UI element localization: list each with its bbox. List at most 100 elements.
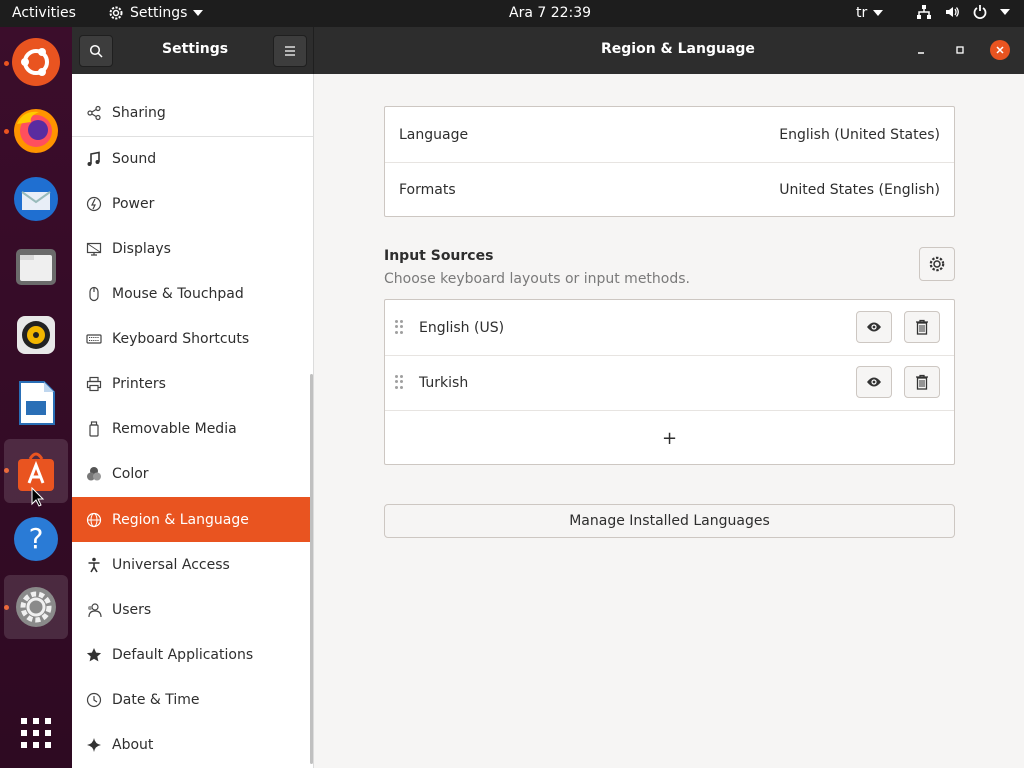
users-icon [72, 602, 112, 618]
sidebar-item-power[interactable]: Power [72, 181, 313, 226]
dock-ubuntu[interactable] [4, 30, 68, 94]
trash-icon [916, 374, 928, 390]
dock-rhythmbox[interactable] [4, 303, 68, 367]
sidebar-item-region-language[interactable]: Region & Language [72, 497, 313, 542]
region-frame: Language English (United States) Formats… [384, 106, 955, 217]
sidebar-item-label: Mouse & Touchpad [112, 285, 244, 302]
power-icon [973, 5, 987, 19]
input-sources-subtitle: Choose keyboard layouts or input methods… [384, 271, 690, 287]
sidebar-item-about[interactable]: About [72, 722, 313, 767]
formats-row[interactable]: Formats United States (English) [385, 163, 954, 217]
show-applications-icon [21, 718, 51, 748]
sidebar-item-users[interactable]: Users [72, 587, 313, 632]
dock-writer[interactable] [4, 371, 68, 435]
chevron-down-icon [1000, 9, 1010, 15]
language-row[interactable]: Language English (United States) [385, 107, 954, 162]
sidebar-item-label: Region & Language [112, 511, 249, 528]
remove-source-button[interactable] [904, 366, 940, 398]
maximize-icon [956, 46, 964, 54]
firefox-icon [14, 109, 58, 153]
mouse-icon [72, 286, 112, 302]
add-input-source-button[interactable]: + [385, 411, 954, 465]
input-source-label: English (US) [419, 319, 505, 336]
input-source-label: Turkish [419, 374, 469, 391]
app-menu-label: Settings [130, 5, 188, 21]
sidebar-item-universal-access[interactable]: Universal Access [72, 542, 313, 587]
removable-media-icon [72, 420, 112, 437]
sidebar-item-label: Printers [112, 375, 166, 392]
app-menu[interactable]: Settings [108, 5, 204, 21]
color-icon [72, 466, 112, 482]
printer-icon [72, 376, 112, 392]
remove-source-button[interactable] [904, 311, 940, 343]
input-source-row[interactable]: Turkish [385, 355, 954, 410]
formats-value: United States (English) [779, 182, 940, 198]
sidebar-item-label: Power [112, 195, 155, 212]
sidebar-item-removable-media[interactable]: Removable Media [72, 406, 313, 451]
preview-layout-button[interactable] [856, 366, 892, 398]
sidebar-item-sound[interactable]: Sound [72, 136, 313, 181]
sidebar-item-mouse[interactable]: Mouse & Touchpad [72, 271, 313, 316]
menu-button[interactable] [273, 35, 307, 67]
sidebar-item-displays[interactable]: Displays [72, 226, 313, 271]
accessibility-icon [72, 557, 112, 573]
minimize-icon [918, 52, 924, 54]
input-indicator[interactable]: tr [856, 5, 884, 21]
dock-help[interactable]: ? [4, 507, 68, 571]
dock-settings[interactable] [4, 575, 68, 639]
clock[interactable]: Ara 7 22:39 [509, 5, 591, 21]
sidebar-item-keyboard[interactable]: Keyboard Shortcuts [72, 316, 313, 361]
formats-label: Formats [399, 182, 456, 198]
mouse-pointer-icon [31, 487, 45, 507]
page-title: Region & Language [601, 41, 755, 57]
sidebar-item-printers[interactable]: Printers [72, 361, 313, 406]
add-icon: + [661, 427, 678, 449]
drag-handle-icon[interactable] [395, 320, 403, 334]
language-label: Language [399, 126, 469, 143]
system-tray[interactable] [916, 4, 1010, 20]
manage-installed-languages-button[interactable]: Manage Installed Languages [384, 504, 955, 538]
display-icon [72, 241, 112, 257]
sidebar-item-default-applications[interactable]: Default Applications [72, 632, 313, 677]
dock-thunderbird[interactable] [4, 167, 68, 231]
sidebar-item-label: Sound [112, 150, 157, 167]
sidebar-item-label: Displays [112, 240, 171, 257]
header-bar: Settings Region & Language [72, 27, 1024, 74]
sidebar: Sharing Sound Power Displays Mouse & Tou… [72, 74, 314, 768]
sidebar-item-date-time[interactable]: Date & Time [72, 677, 313, 722]
search-button[interactable] [79, 35, 113, 67]
dock-firefox[interactable] [4, 99, 68, 163]
clock-icon [72, 692, 112, 708]
dock: ? [0, 27, 72, 768]
sidebar-item-label: Keyboard Shortcuts [112, 330, 250, 347]
files-icon [16, 249, 56, 285]
minimize-button[interactable] [911, 40, 931, 60]
input-options-button[interactable] [919, 247, 955, 281]
input-source-row[interactable]: English (US) [385, 300, 954, 355]
trash-icon [916, 319, 928, 335]
sidebar-item-label: Date & Time [112, 691, 200, 708]
svg-text:?: ? [29, 522, 44, 555]
sidebar-title: Settings [162, 41, 229, 57]
preview-layout-button[interactable] [856, 311, 892, 343]
sidebar-item-color[interactable]: Color [72, 451, 313, 496]
region-language-panel: Language English (United States) Formats… [315, 74, 1024, 768]
chevron-down-icon [193, 10, 204, 16]
music-note-icon [72, 151, 112, 167]
search-icon [89, 44, 103, 58]
sidebar-item-label: Default Applications [112, 646, 254, 663]
input-sources-list: English (US) Turkish + [384, 299, 955, 465]
sidebar-scrollbar[interactable] [310, 374, 313, 764]
sidebar-item-label: Users [112, 601, 152, 618]
sidebar-item-label: Sharing [112, 104, 166, 121]
activities-button[interactable]: Activities [12, 5, 76, 21]
about-sparkle-icon [72, 737, 112, 753]
dock-files[interactable] [4, 235, 68, 299]
gear-icon [109, 6, 123, 20]
dock-show-apps[interactable] [4, 701, 68, 765]
drag-handle-icon[interactable] [395, 375, 403, 389]
close-icon [996, 46, 1004, 54]
maximize-button[interactable] [950, 40, 970, 60]
close-button[interactable] [990, 40, 1010, 60]
sidebar-item-sharing[interactable]: Sharing [72, 90, 313, 135]
